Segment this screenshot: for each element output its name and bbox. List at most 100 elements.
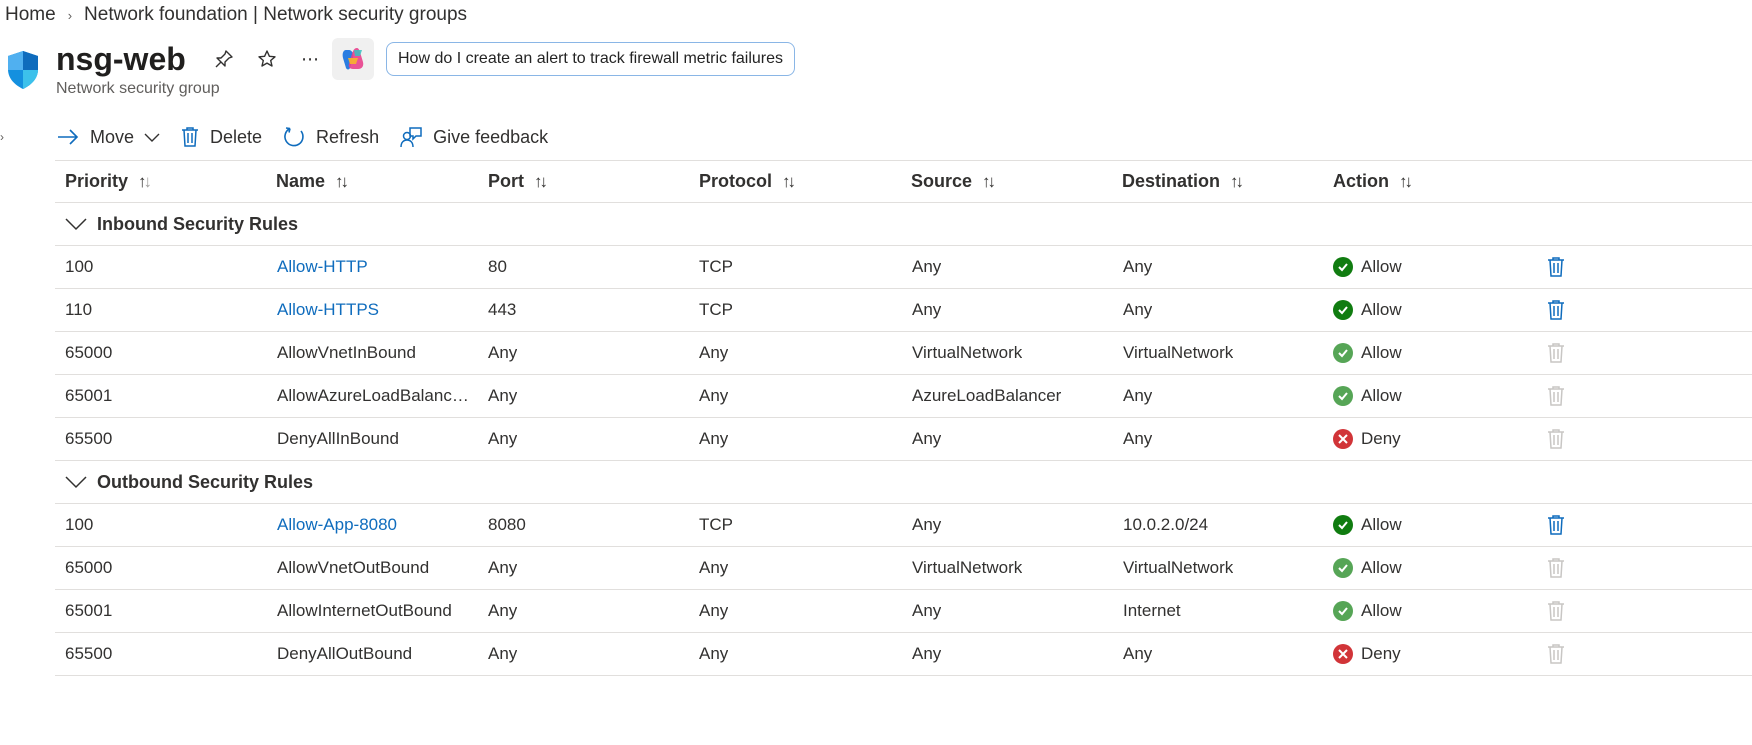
page-title: nsg-web [56, 41, 186, 77]
cell-name: AllowInternetOutBound [277, 601, 452, 620]
cell-action: Allow [1333, 590, 1402, 632]
move-button[interactable]: Move [56, 127, 160, 148]
expand-sidebar-icon[interactable]: › [0, 130, 4, 144]
column-header-port[interactable]: Port ↑↓ [488, 161, 548, 202]
cell-source: Any [912, 257, 942, 276]
breadcrumb: Home › Network foundation | Network secu… [5, 3, 467, 27]
table-row[interactable]: 65000 AllowVnetInBound Any Any VirtualNetwor… [55, 332, 1752, 375]
refresh-label: Refresh [316, 126, 380, 147]
cell-action: Allow [1333, 246, 1402, 288]
cell-priority: 100 [65, 257, 94, 276]
sort-icon: ↑↓ [534, 171, 548, 191]
action-label: Deny [1361, 644, 1401, 663]
copilot-icon[interactable] [332, 38, 374, 80]
trash-icon [1545, 633, 1567, 675]
table-row[interactable]: 110 Allow-HTTPS 443 TCP Any Any Allow [55, 289, 1752, 332]
arrow-right-icon [58, 129, 79, 145]
cell-name[interactable]: Allow-App-8080 [277, 504, 477, 546]
cell-priority: 65500 [65, 429, 113, 448]
more-options-icon[interactable]: ⋯ [297, 46, 323, 72]
table-row[interactable]: 100 Allow-App-8080 8080 TCP Any 10.0.2.0/24 Al… [55, 504, 1752, 547]
cell-action: Allow [1333, 504, 1402, 546]
cell-protocol: TCP [699, 257, 733, 276]
cell-priority: 65000 [65, 558, 113, 577]
copilot-suggestion-chip[interactable]: How do I create an alert to track firewa… [386, 42, 796, 76]
table-row[interactable]: 65500 DenyAllInBound Any Any Any Any Deny [55, 418, 1752, 461]
cell-name: AllowAzureLoadBalancerInBound [277, 386, 477, 405]
cell-source: AzureLoadBalancer [912, 386, 1062, 405]
table-row[interactable]: 65500 DenyAllOutBound Any Any Any Any Deny [55, 633, 1752, 676]
column-header-name[interactable]: Name ↑↓ [276, 161, 349, 202]
cell-destination: Any [1123, 644, 1153, 663]
action-label: Deny [1361, 429, 1401, 448]
cell-action: Allow [1333, 547, 1402, 589]
cell-protocol: Any [699, 343, 729, 362]
column-header-source[interactable]: Source ↑↓ [911, 161, 996, 202]
cell-protocol: TCP [699, 515, 733, 534]
give-feedback-button[interactable]: Give feedback [399, 125, 548, 149]
refresh-button[interactable]: Refresh [282, 125, 379, 149]
cell-port: 8080 [488, 515, 526, 534]
action-label: Allow [1361, 343, 1402, 362]
cell-name: DenyAllOutBound [277, 644, 413, 663]
table-row[interactable]: 65000 AllowVnetOutBound Any Any VirtualNetwo… [55, 547, 1752, 590]
cell-name[interactable]: Allow-HTTPS [277, 289, 477, 331]
trash-icon [1545, 547, 1567, 589]
command-bar: Move Delete Refresh Give feedback [56, 122, 568, 152]
cell-port: Any [488, 429, 518, 448]
cell-action: Allow [1333, 289, 1402, 331]
cell-port: Any [488, 386, 518, 405]
breadcrumb-current[interactable]: Network foundation | Network security gr… [84, 4, 467, 26]
sort-icon: ↑↓ [138, 171, 152, 191]
cell-protocol: Any [699, 644, 729, 663]
sort-icon: ↑↓ [1399, 171, 1413, 191]
group-label: Outbound Security Rules [97, 471, 314, 492]
cell-port: Any [488, 343, 518, 362]
chevron-down-icon[interactable] [65, 217, 87, 231]
cell-source: Any [912, 429, 942, 448]
cell-destination: VirtualNetwork [1123, 343, 1234, 362]
column-header-protocol[interactable]: Protocol ↑↓ [699, 161, 796, 202]
cell-source: Any [912, 300, 942, 319]
cell-protocol: Any [699, 558, 729, 577]
breadcrumb-home[interactable]: Home [5, 4, 56, 26]
group-header[interactable]: Inbound Security Rules [55, 203, 1752, 246]
shield-icon [8, 51, 38, 89]
table-row[interactable]: 65001 AllowAzureLoadBalancerInBound Any Any… [55, 375, 1752, 418]
trash-icon[interactable] [1545, 504, 1567, 546]
action-label: Allow [1361, 558, 1402, 577]
column-header-destination[interactable]: Destination ↑↓ [1122, 161, 1244, 202]
check-circle-icon [1333, 343, 1353, 363]
trash-icon [182, 127, 199, 147]
check-circle-icon [1333, 515, 1353, 535]
cell-action: Allow [1333, 332, 1402, 374]
trash-icon [1545, 590, 1567, 632]
action-label: Allow [1361, 300, 1402, 319]
page-subtitle: Network security group [56, 80, 220, 97]
cell-destination: Internet [1123, 601, 1181, 620]
trash-icon[interactable] [1545, 289, 1567, 331]
table-row[interactable]: 100 Allow-HTTP 80 TCP Any Any Allow [55, 246, 1752, 289]
delete-button[interactable]: Delete [180, 126, 262, 148]
cell-source: Any [912, 515, 942, 534]
cell-name[interactable]: Allow-HTTP [277, 246, 477, 288]
cell-destination: Any [1123, 429, 1153, 448]
pin-icon[interactable] [211, 46, 237, 72]
cell-priority: 110 [65, 300, 93, 319]
column-header-priority[interactable]: Priority ↑↓ [65, 161, 152, 202]
cell-destination: Any [1123, 300, 1153, 319]
sort-icon: ↑↓ [782, 171, 796, 191]
delete-label: Delete [210, 126, 263, 147]
group-header[interactable]: Outbound Security Rules [55, 461, 1752, 504]
cell-protocol: Any [699, 386, 729, 405]
table-row[interactable]: 65001 AllowInternetOutBound Any Any Any Inter… [55, 590, 1752, 633]
star-icon[interactable] [254, 46, 280, 72]
action-label: Allow [1361, 601, 1402, 620]
chevron-down-icon [144, 133, 160, 142]
column-header-action[interactable]: Action ↑↓ [1333, 161, 1413, 202]
cell-source: Any [912, 644, 942, 663]
feedback-icon [400, 127, 422, 148]
cell-port: Any [488, 558, 518, 577]
trash-icon[interactable] [1545, 246, 1567, 288]
chevron-down-icon[interactable] [65, 475, 87, 489]
